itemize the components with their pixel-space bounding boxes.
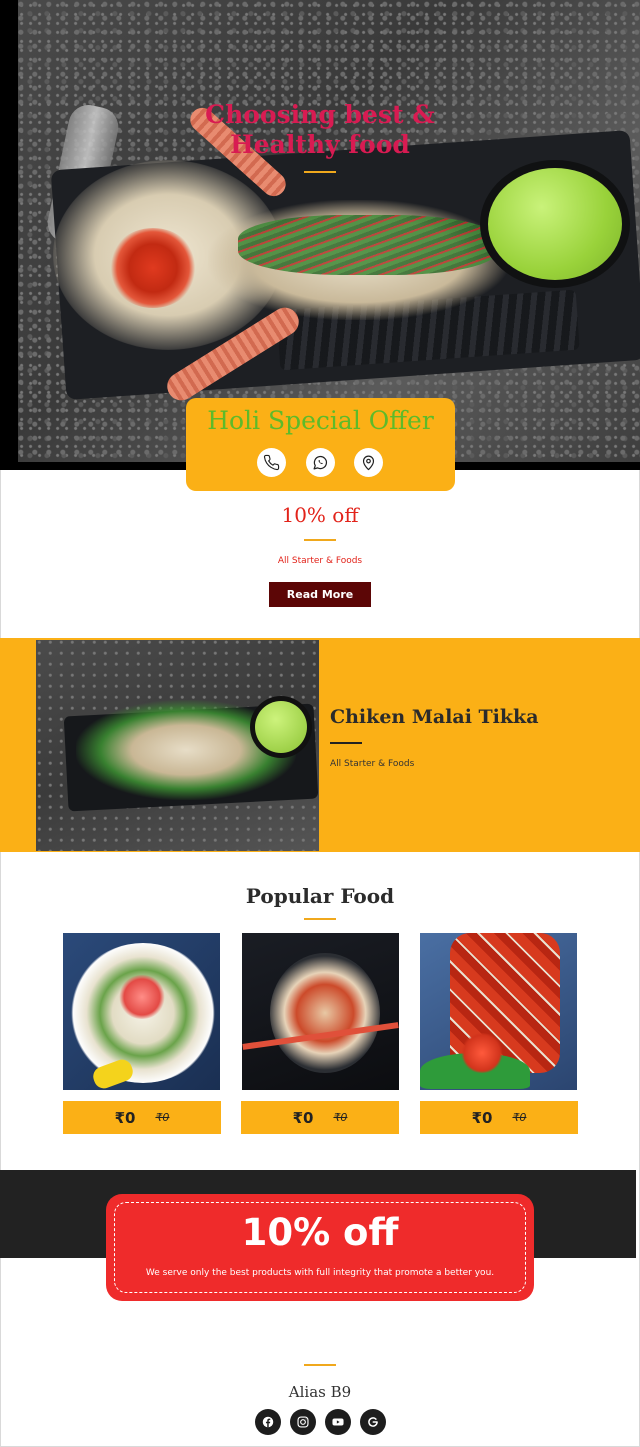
google-icon xyxy=(368,1417,378,1427)
offer-card: Holi Special Offer xyxy=(186,398,455,491)
whatsapp-button[interactable] xyxy=(306,448,335,477)
original-price: ₹0 xyxy=(512,1111,527,1124)
popular-food-title: Popular Food xyxy=(245,884,395,908)
original-price: ₹0 xyxy=(333,1111,348,1124)
promo-subtitle: We serve only the best products with ful… xyxy=(145,1268,495,1278)
location-pin-icon xyxy=(362,455,375,471)
feature-food-image xyxy=(36,640,319,851)
feature-divider xyxy=(330,742,362,744)
current-price: ₹0 xyxy=(114,1108,136,1127)
phone-icon xyxy=(263,454,280,471)
promo-title: 10% off xyxy=(241,1211,399,1254)
facebook-icon xyxy=(262,1416,274,1428)
original-price: ₹0 xyxy=(155,1111,170,1124)
hero-title: Choosing best & Healthy food xyxy=(205,100,435,159)
facebook-link[interactable] xyxy=(255,1409,281,1435)
current-price: ₹0 xyxy=(292,1108,314,1127)
youtube-icon xyxy=(332,1418,344,1426)
location-button[interactable] xyxy=(354,448,383,477)
hero-food-image xyxy=(18,0,640,462)
read-more-button[interactable]: Read More xyxy=(269,582,371,607)
popular-food-image-1[interactable] xyxy=(63,933,220,1090)
offer-title: Holi Special Offer xyxy=(207,406,434,435)
footer-divider xyxy=(304,1364,336,1366)
popular-food-image-2[interactable] xyxy=(242,933,399,1090)
popular-food-image-3[interactable] xyxy=(420,933,577,1090)
instagram-icon xyxy=(297,1416,309,1428)
price-bar-2: ₹0 ₹0 xyxy=(241,1101,399,1134)
hero-title-divider xyxy=(304,171,336,173)
google-link[interactable] xyxy=(360,1409,386,1435)
instagram-link[interactable] xyxy=(290,1409,316,1435)
price-bar-1: ₹0 ₹0 xyxy=(63,1101,221,1134)
feature-subtitle: All Starter & Foods xyxy=(330,759,415,769)
popular-food-divider xyxy=(304,918,336,920)
phone-button[interactable] xyxy=(257,448,286,477)
discount-divider xyxy=(304,539,336,541)
price-bar-3: ₹0 ₹0 xyxy=(420,1101,578,1134)
footer-brand: Alias B9 xyxy=(288,1383,352,1401)
whatsapp-icon xyxy=(313,455,328,470)
discount-title: 10% off xyxy=(281,503,359,527)
youtube-link[interactable] xyxy=(325,1409,351,1435)
promo-banner: 10% off We serve only the best products … xyxy=(106,1194,534,1301)
current-price: ₹0 xyxy=(471,1108,493,1127)
discount-subtitle: All Starter & Foods xyxy=(277,556,363,566)
feature-title: Chiken Malai Tikka xyxy=(330,706,539,728)
